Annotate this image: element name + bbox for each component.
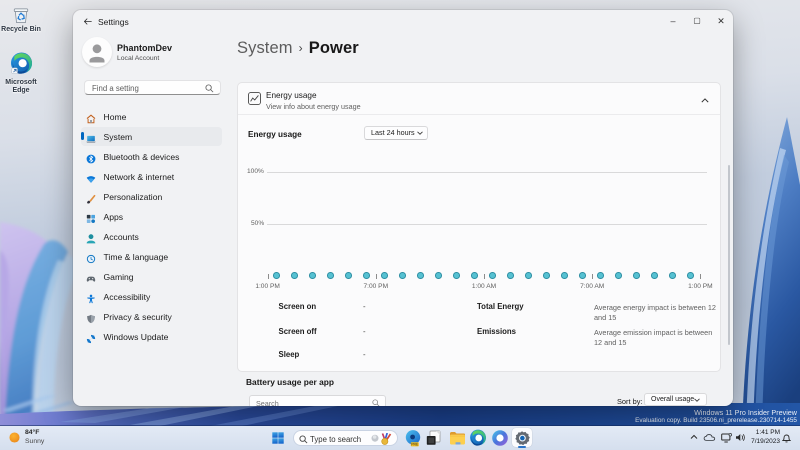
svg-text:PRE: PRE [411,443,419,447]
